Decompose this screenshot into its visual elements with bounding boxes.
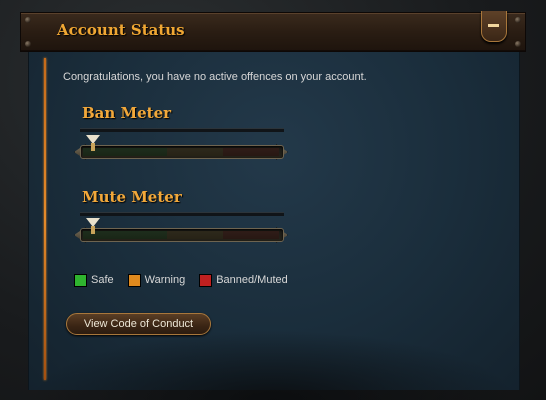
safe-swatch xyxy=(74,273,87,287)
view-code-of-conduct-button[interactable]: View Code of Conduct xyxy=(66,313,211,335)
meter-pointer-icon xyxy=(86,218,100,234)
legend-item-safe: Safe xyxy=(74,273,114,287)
ban-meter xyxy=(74,135,288,161)
warning-zone xyxy=(167,148,223,156)
bolt-decoration xyxy=(25,17,31,23)
status-message: Congratulations, you have no active offe… xyxy=(63,71,367,83)
ban-meter-track xyxy=(80,145,284,159)
panel-title: Account Status xyxy=(57,21,185,39)
mute-meter-track xyxy=(80,228,284,242)
collapse-button[interactable] xyxy=(481,11,507,42)
panel-accent-line xyxy=(44,58,46,380)
mute-meter-rail xyxy=(80,212,284,216)
bolt-decoration xyxy=(25,41,31,47)
legend-label: Safe xyxy=(91,274,114,286)
banned-zone xyxy=(223,148,279,156)
legend-label: Warning xyxy=(144,274,186,286)
mute-meter xyxy=(74,218,288,244)
panel-grit-decoration xyxy=(28,330,518,400)
mute-meter-label: Mute Meter xyxy=(82,188,182,206)
warning-swatch xyxy=(127,273,141,287)
meter-pointer-icon xyxy=(86,135,100,151)
legend-label: Banned/Muted xyxy=(216,274,288,286)
legend-item-banned-muted: Banned/Muted xyxy=(199,273,288,287)
minus-icon xyxy=(488,24,499,27)
bolt-decoration xyxy=(515,41,521,47)
legend-item-warning: Warning xyxy=(127,273,186,287)
banned-muted-swatch xyxy=(199,273,213,287)
bolt-decoration xyxy=(515,17,521,23)
ban-meter-rail xyxy=(80,128,284,132)
warning-zone xyxy=(167,231,223,239)
ban-meter-label: Ban Meter xyxy=(82,104,172,122)
meter-legend: Safe Warning Banned/Muted xyxy=(74,273,302,287)
banned-zone xyxy=(223,231,279,239)
